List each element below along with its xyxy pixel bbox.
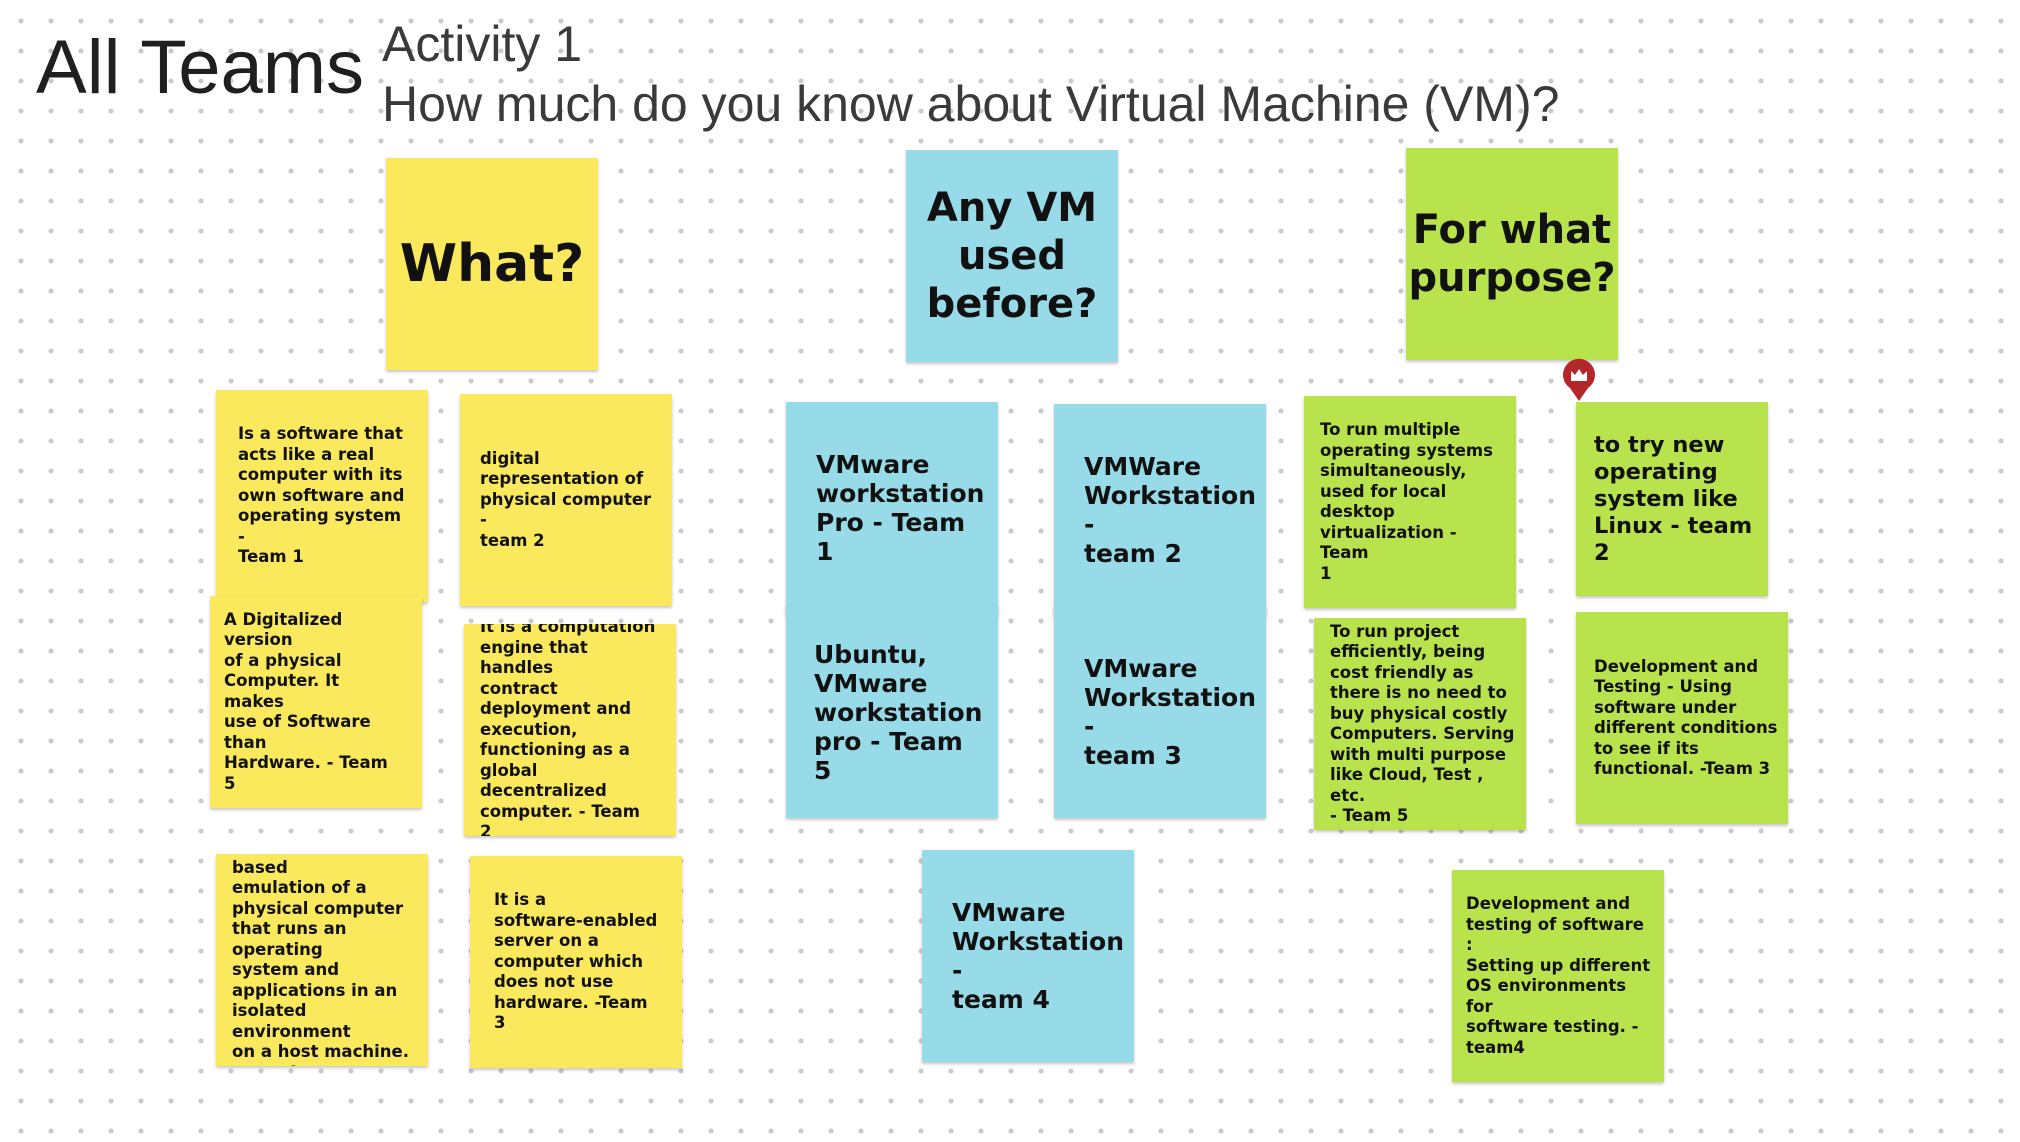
sticky-note[interactable]: digital representation of physical compu…: [460, 394, 672, 606]
sticky-note-text: Is a software that acts like a real comp…: [238, 424, 405, 567]
sticky-note[interactable]: A Digitalized version of a physical Comp…: [210, 596, 422, 808]
sticky-note-text: To run multiple operating systems simult…: [1320, 420, 1493, 583]
header-note-text: What?: [399, 234, 585, 294]
sticky-note[interactable]: Development and testing of software : Se…: [1452, 870, 1664, 1082]
header-note-text: For what purpose?: [1408, 207, 1616, 301]
header-note-purpose[interactable]: For what purpose?: [1406, 148, 1618, 360]
sticky-note-text: digital representation of physical compu…: [480, 448, 652, 550]
sticky-note-text: to try new operating system like Linux -…: [1594, 431, 1753, 566]
sticky-note[interactable]: VMware Workstation - team 3: [1054, 606, 1266, 818]
header-note-vm-used[interactable]: Any VM used before?: [906, 150, 1118, 362]
activity-number: Activity 1: [382, 16, 583, 72]
sticky-note[interactable]: To run project efficiently, being cost f…: [1314, 618, 1526, 830]
sticky-note[interactable]: its a software-based emulation of a phys…: [216, 854, 428, 1066]
whiteboard-canvas[interactable]: All Teams Activity 1 How much do you kno…: [0, 0, 2020, 1142]
sticky-note-text: its a software-based emulation of a phys…: [232, 854, 409, 1066]
sticky-note-text: It is a software-enabled server on a com…: [494, 890, 658, 1033]
sticky-note-text: To run project efficiently, being cost f…: [1330, 621, 1515, 826]
header-note-text: Any VM used before?: [926, 185, 1098, 327]
sticky-note-text: VMware Workstation - team 4: [952, 898, 1125, 1014]
sticky-note[interactable]: VMware workstation Pro - Team 1: [786, 402, 998, 614]
sticky-note[interactable]: Is a software that acts like a real comp…: [216, 390, 428, 602]
sticky-note[interactable]: To run multiple operating systems simult…: [1304, 396, 1516, 608]
sticky-note-text: Ubuntu, VMware workstation pro - Team 5: [814, 639, 983, 785]
sticky-note-text: Development and testing of software : Se…: [1466, 894, 1651, 1057]
sticky-note-text: It is a computation engine that handles …: [480, 624, 656, 836]
crown-pin-icon[interactable]: [1560, 358, 1598, 402]
header-note-what[interactable]: What?: [386, 158, 598, 370]
activity-heading: Activity 1 How much do you know about Vi…: [382, 14, 1559, 134]
sticky-note[interactable]: VMWare Workstation - team 2: [1054, 404, 1266, 616]
sticky-note-text: VMWare Workstation - team 2: [1084, 452, 1257, 568]
sticky-note-text: VMware workstation Pro - Team 1: [816, 450, 985, 566]
sticky-note[interactable]: Development and Testing - Using software…: [1576, 612, 1788, 824]
sticky-note[interactable]: It is a software-enabled server on a com…: [470, 856, 682, 1068]
sticky-note-text: A Digitalized version of a physical Comp…: [224, 609, 388, 793]
sticky-note[interactable]: It is a computation engine that handles …: [464, 624, 676, 836]
frame-title: All Teams: [36, 25, 365, 110]
sticky-note[interactable]: VMware Workstation - team 4: [922, 850, 1134, 1062]
sticky-note[interactable]: Ubuntu, VMware workstation pro - Team 5: [786, 606, 998, 818]
sticky-note[interactable]: to try new operating system like Linux -…: [1576, 402, 1768, 596]
sticky-note-text: Development and Testing - Using software…: [1594, 656, 1778, 779]
activity-question: How much do you know about Virtual Machi…: [382, 76, 1560, 132]
sticky-note-text: VMware Workstation - team 3: [1084, 654, 1257, 770]
